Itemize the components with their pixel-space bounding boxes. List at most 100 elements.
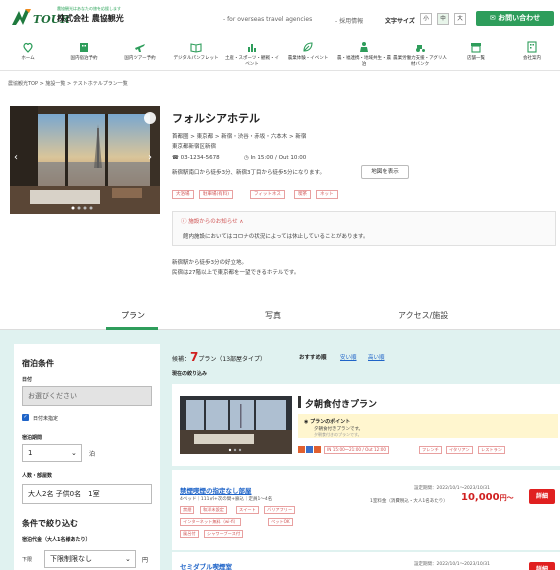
nav-item-shops[interactable]: 店舗一覧 <box>448 37 504 71</box>
room-name-link[interactable]: セミダブル喫煙室 <box>180 561 232 570</box>
hotel-photo[interactable] <box>10 106 160 214</box>
room-chip: 風呂付 <box>180 530 199 538</box>
sort-cheap-link[interactable]: 安い順 <box>340 353 357 361</box>
tab-photo[interactable]: 写真 <box>265 310 281 321</box>
room-card[interactable]: セミダブル喫煙室 設定期間：2022/10/1～2023/10/31 詳細 <box>172 552 560 570</box>
nights-unit: 泊 <box>89 451 96 458</box>
font-size-small-button[interactable]: 小 <box>420 13 432 25</box>
hotel-checkin: ◷ In 15:00 / Out 10:00 <box>244 155 307 161</box>
plan-card[interactable]: 夕朝食付きプラン ◉ プランのポイント 夕朝食付きプランです。 夕朝食付きのプラ… <box>172 384 560 466</box>
filter-title: 条件で絞り込む <box>22 519 78 528</box>
no-date-label: 日付未指定 <box>33 416 59 422</box>
room-name-link[interactable]: 禁煙喫煙の指定なし部屋 <box>180 485 252 495</box>
plan-point-box: ◉ プランのポイント 夕朝食付きプランです。 夕朝食付きのプランです。 <box>298 414 558 438</box>
plan-image <box>180 396 292 454</box>
logo-tagline: 農協観光はあなたの旅を応援します <box>57 6 121 11</box>
nav-item-company[interactable]: 会社案内 <box>504 37 560 71</box>
tab-access[interactable]: アクセス/施設 <box>398 310 448 321</box>
recruit-link[interactable]: - 採用情報 <box>335 16 363 25</box>
hotel-area[interactable]: 首都圏 > 東京都 > 新宿・渋谷・赤坂・六本木 > 新宿 <box>172 132 306 140</box>
plan-chip: レストラン <box>478 446 505 454</box>
food-icon <box>314 446 321 453</box>
phone-icon: ☎ <box>172 155 181 161</box>
price-label: 宿泊代金（大人1名様あたり） <box>22 537 91 543</box>
meal-icon <box>298 446 305 453</box>
room-chip: ペットOK <box>268 518 293 526</box>
room-chip: バリアフリー <box>264 506 296 514</box>
carousel-next-icon[interactable]: › <box>148 152 152 163</box>
plan-point-title: ◉ プランのポイント <box>304 419 351 425</box>
font-size-medium-button[interactable]: 中 <box>437 13 449 25</box>
room-detail-button[interactable]: 詳細 <box>529 562 555 570</box>
room-chip: 禁煙 <box>180 506 195 514</box>
nav-item-agri[interactable]: 農業労働力支援・アグリ人材バンク <box>392 37 448 71</box>
search-sidebar: 宿泊条件 日付 お選びください ✓ 日付未指定 宿泊期間 1 ⌄ 泊 人数・部屋… <box>14 344 160 570</box>
min-price-select[interactable]: 下限制限なし ⌄ <box>44 550 136 568</box>
plan-chip: イタリアン <box>446 446 473 454</box>
nights-select[interactable]: 1 ⌄ <box>22 444 82 462</box>
chart-icon <box>248 44 256 52</box>
room-period: 設定期間：2022/10/1～2023/10/31 <box>414 562 491 567</box>
room-chip: シャワーブース付 <box>204 530 244 538</box>
plan-chip: IN 15:00～21:00 / Out 12:00 <box>324 446 390 454</box>
stay-conditions-title: 宿泊条件 <box>22 359 54 368</box>
result-count: 候補：7プラン（13部屋タイプ） <box>172 350 267 364</box>
hotel-desc-2: 民宿は27階以上で東京都を一望できるホテルです。 <box>172 270 300 276</box>
site-header: TOUR 農協観光はあなたの旅を応援します 株式会社 農協観光 - for ov… <box>0 0 560 34</box>
company-name[interactable]: 株式会社 農協観光 <box>57 13 124 24</box>
chevron-down-icon: ⌄ <box>71 449 77 457</box>
plan-title[interactable]: 夕朝食付きプラン <box>305 397 377 410</box>
nav-item-welfare[interactable]: 農・福連携・地域共生・農泊 <box>336 37 392 71</box>
nav-item-hotel[interactable]: 国内宿泊予約 <box>56 37 112 71</box>
font-size-large-button[interactable]: 大 <box>454 13 466 25</box>
min-price-label: 下限 <box>22 557 33 563</box>
guests-label: 人数・部屋数 <box>22 473 53 479</box>
date-input[interactable]: お選びください <box>22 386 152 406</box>
breadcrumb[interactable]: 農協観光TOP > 施設一覧 > テストホテルプラン一覧 <box>8 80 128 87</box>
nav-item-pamphlet[interactable]: デジタルパンフレット <box>168 37 224 71</box>
hotel-address: 東京都新宿区新宿 <box>172 144 217 150</box>
room-chip: スイート <box>236 506 259 514</box>
room-price: 10,000円～ <box>461 492 514 503</box>
building-icon <box>80 43 88 52</box>
nav-item-farm[interactable]: 農業体験・イベント <box>280 37 336 71</box>
facility-tag: 大浴場 <box>172 190 194 199</box>
notice-body: 館内施設においてはコロナの状況によっては休止していることがあります。 <box>183 234 369 240</box>
date-label: 日付 <box>22 377 33 383</box>
facility-tag: 駐車場(有料) <box>199 190 234 199</box>
notice-title[interactable]: ⓘ 施設からのお知らせ ∧ <box>181 217 243 225</box>
contact-button[interactable]: ✉ お問い合わせ <box>476 11 554 26</box>
facility-notice: ⓘ 施設からのお知らせ ∧ 館内施設においてはコロナの状況によっては休止している… <box>172 211 556 246</box>
facility-tag: フィットネス <box>250 190 285 199</box>
sort-recommended[interactable]: おすすめ順 <box>299 353 327 361</box>
show-map-button[interactable]: 地図を表示 <box>361 165 409 179</box>
hotel-phone: ☎ 03-1234-5678 <box>172 155 220 161</box>
carousel-prev-icon[interactable]: ‹ <box>14 152 18 163</box>
room-card[interactable]: 禁煙喫煙の指定なし部屋 4ベッド｜111㎡+次の間+廊込｜定員1～4名 設定期間… <box>172 470 560 550</box>
book-icon <box>190 43 202 53</box>
overseas-link[interactable]: - for overseas travel agencies <box>223 16 312 23</box>
leaf-icon <box>303 42 313 52</box>
guests-input[interactable]: 大人2名 子供0名 1室 <box>22 484 152 504</box>
tractor-icon <box>416 45 425 52</box>
no-date-checkbox[interactable]: ✓ <box>22 414 29 421</box>
plan-chip: フレンチ <box>419 446 442 454</box>
home-icon <box>23 42 33 53</box>
nav-item-home[interactable]: ホーム <box>0 37 56 71</box>
nav-item-events[interactable]: 土産・スポーツ・観戦・イベント <box>224 37 280 71</box>
hotel-room-image <box>10 106 160 214</box>
hotel-name: フォルシアホテル <box>172 112 260 125</box>
room-price-note: 1室料金（消費税込・大人1名あたり） <box>370 499 448 504</box>
airplane-icon <box>135 44 145 52</box>
mail-icon: ✉ <box>489 14 499 22</box>
room-chip: 和洋未設定 <box>200 506 227 514</box>
tab-plan[interactable]: プラン <box>121 310 145 321</box>
nav-item-tour[interactable]: 国内ツアー予約 <box>112 37 168 71</box>
plan-results: 候補：7プラン（13部屋タイプ） おすすめ順 安い順 高い順 現在の絞り込み 夕… <box>164 344 560 570</box>
room-spec: 4ベッド｜111㎡+次の間+廊込｜定員1～4名 <box>180 497 273 502</box>
person-icon <box>360 42 368 52</box>
sort-expensive-link[interactable]: 高い順 <box>368 353 385 361</box>
plan-point-sub: 夕朝食付きのプランです。 <box>314 432 362 437</box>
room-detail-button[interactable]: 詳細 <box>529 489 555 504</box>
global-nav: ホーム 国内宿泊予約 国内ツアー予約 デジタルパンフレット 土産・スポーツ・観戦… <box>0 37 560 71</box>
